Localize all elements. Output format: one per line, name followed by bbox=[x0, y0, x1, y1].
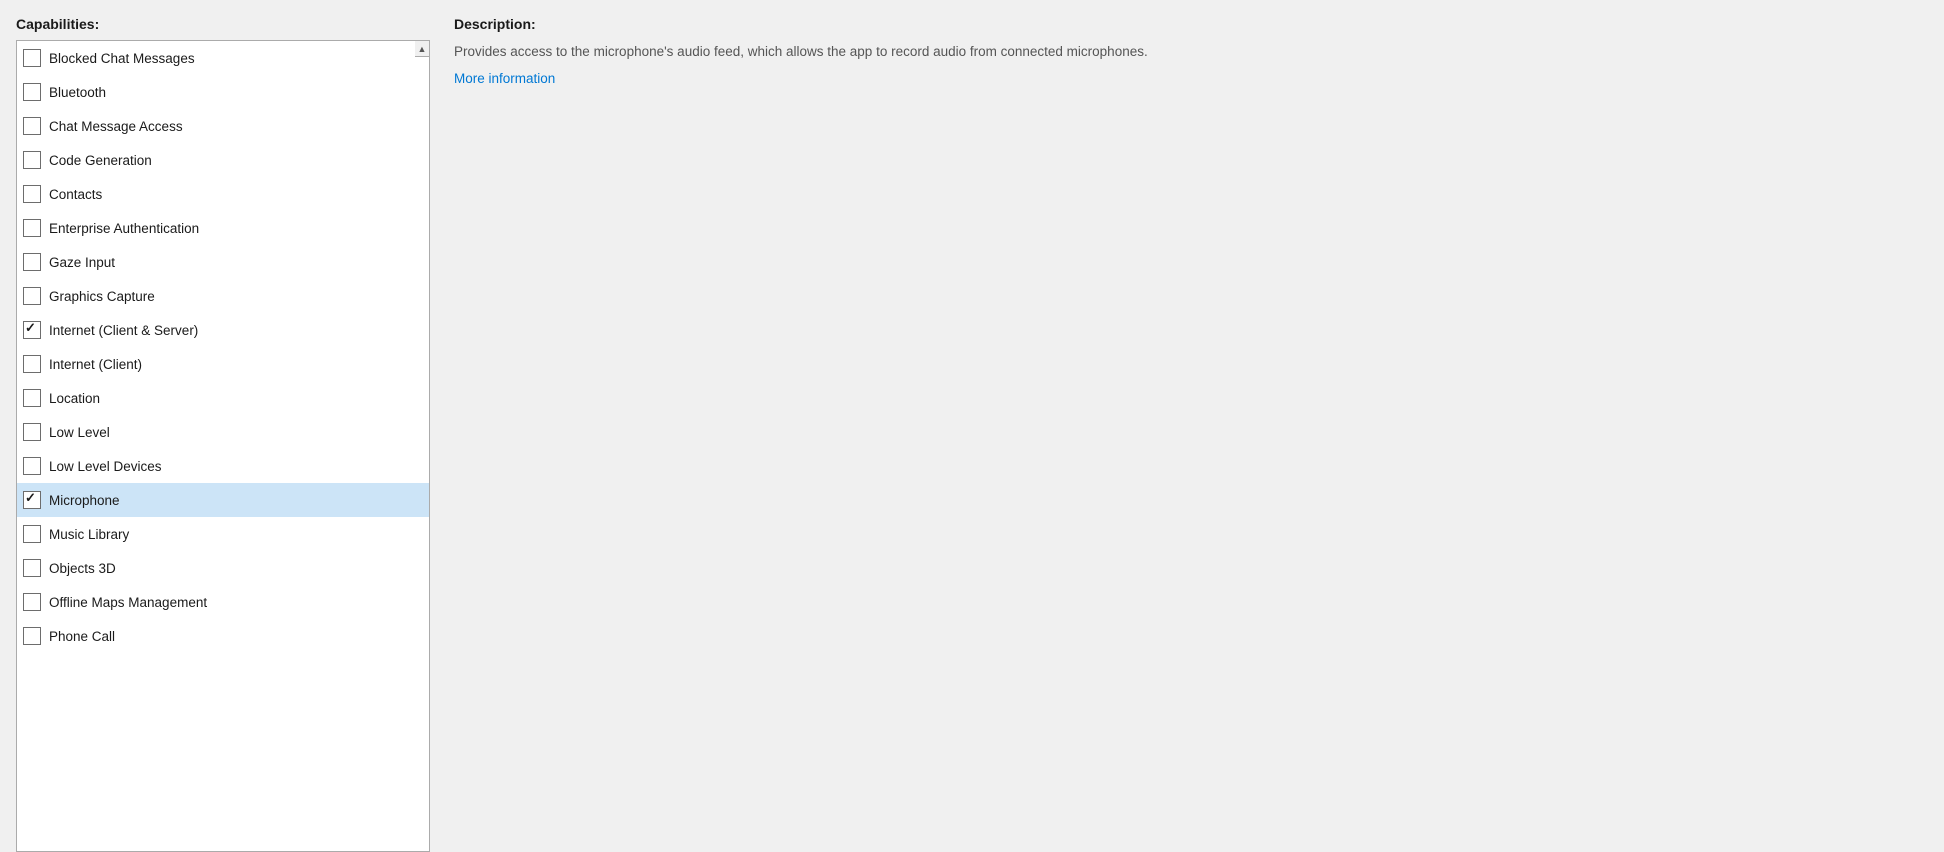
capability-label-bluetooth: Bluetooth bbox=[49, 85, 106, 100]
left-panel: Capabilities: ▲ Blocked Chat Messages Blu… bbox=[0, 16, 430, 852]
capability-item-location[interactable]: Location bbox=[17, 381, 429, 415]
checkbox-contacts[interactable] bbox=[23, 185, 41, 203]
capabilities-list[interactable]: Blocked Chat Messages Bluetooth Chat Messa… bbox=[17, 41, 429, 851]
capabilities-header: Capabilities: bbox=[16, 16, 430, 32]
capability-item-gaze-input[interactable]: Gaze Input bbox=[17, 245, 429, 279]
checkbox-internet-client-server[interactable] bbox=[23, 321, 41, 339]
capability-item-code-generation[interactable]: Code Generation bbox=[17, 143, 429, 177]
capability-label-graphics-capture: Graphics Capture bbox=[49, 289, 155, 304]
capability-item-internet-client[interactable]: Internet (Client) bbox=[17, 347, 429, 381]
capability-item-graphics-capture[interactable]: Graphics Capture bbox=[17, 279, 429, 313]
capability-label-low-level-devices: Low Level Devices bbox=[49, 459, 162, 474]
checkbox-blocked-chat-messages[interactable] bbox=[23, 49, 41, 67]
checkbox-internet-client[interactable] bbox=[23, 355, 41, 373]
capability-label-internet-client-server: Internet (Client & Server) bbox=[49, 323, 198, 338]
checkbox-graphics-capture[interactable] bbox=[23, 287, 41, 305]
capability-label-internet-client: Internet (Client) bbox=[49, 357, 142, 372]
checkbox-low-level-devices[interactable] bbox=[23, 457, 41, 475]
capability-item-enterprise-authentication[interactable]: Enterprise Authentication bbox=[17, 211, 429, 245]
description-header: Description: bbox=[454, 16, 1920, 32]
capability-item-phone-call[interactable]: Phone Call bbox=[17, 619, 429, 653]
main-container: Capabilities: ▲ Blocked Chat Messages Blu… bbox=[0, 0, 1944, 852]
capability-label-gaze-input: Gaze Input bbox=[49, 255, 115, 270]
checkbox-gaze-input[interactable] bbox=[23, 253, 41, 271]
checkbox-low-level[interactable] bbox=[23, 423, 41, 441]
capability-label-objects-3d: Objects 3D bbox=[49, 561, 116, 576]
capability-item-offline-maps-management[interactable]: Offline Maps Management bbox=[17, 585, 429, 619]
checkbox-phone-call[interactable] bbox=[23, 627, 41, 645]
capability-label-location: Location bbox=[49, 391, 100, 406]
capability-item-blocked-chat-messages[interactable]: Blocked Chat Messages bbox=[17, 41, 429, 75]
capability-label-microphone: Microphone bbox=[49, 493, 120, 508]
capability-item-internet-client-server[interactable]: Internet (Client & Server) bbox=[17, 313, 429, 347]
capability-label-code-generation: Code Generation bbox=[49, 153, 152, 168]
checkbox-location[interactable] bbox=[23, 389, 41, 407]
capability-label-offline-maps-management: Offline Maps Management bbox=[49, 595, 207, 610]
checkbox-offline-maps-management[interactable] bbox=[23, 593, 41, 611]
capability-item-objects-3d[interactable]: Objects 3D bbox=[17, 551, 429, 585]
checkbox-music-library[interactable] bbox=[23, 525, 41, 543]
checkbox-microphone[interactable] bbox=[23, 491, 41, 509]
checkbox-code-generation[interactable] bbox=[23, 151, 41, 169]
capability-item-music-library[interactable]: Music Library bbox=[17, 517, 429, 551]
more-info-link[interactable]: More information bbox=[454, 71, 555, 86]
capability-item-bluetooth[interactable]: Bluetooth bbox=[17, 75, 429, 109]
right-panel: Description: Provides access to the micr… bbox=[430, 16, 1944, 852]
scrollbar-up-arrow[interactable]: ▲ bbox=[415, 41, 429, 57]
capability-item-chat-message-access[interactable]: Chat Message Access bbox=[17, 109, 429, 143]
checkbox-chat-message-access[interactable] bbox=[23, 117, 41, 135]
capabilities-list-container: ▲ Blocked Chat Messages Bluetooth Chat Mes… bbox=[16, 40, 430, 852]
capability-item-contacts[interactable]: Contacts bbox=[17, 177, 429, 211]
capability-label-blocked-chat-messages: Blocked Chat Messages bbox=[49, 51, 195, 66]
description-text: Provides access to the microphone's audi… bbox=[454, 42, 1354, 62]
capability-item-low-level[interactable]: Low Level bbox=[17, 415, 429, 449]
capability-label-chat-message-access: Chat Message Access bbox=[49, 119, 183, 134]
capability-label-music-library: Music Library bbox=[49, 527, 129, 542]
checkbox-objects-3d[interactable] bbox=[23, 559, 41, 577]
capability-label-contacts: Contacts bbox=[49, 187, 102, 202]
capability-label-low-level: Low Level bbox=[49, 425, 110, 440]
capability-label-phone-call: Phone Call bbox=[49, 629, 115, 644]
capability-label-enterprise-authentication: Enterprise Authentication bbox=[49, 221, 199, 236]
capability-item-low-level-devices[interactable]: Low Level Devices bbox=[17, 449, 429, 483]
checkbox-bluetooth[interactable] bbox=[23, 83, 41, 101]
capability-item-microphone[interactable]: Microphone bbox=[17, 483, 429, 517]
checkbox-enterprise-authentication[interactable] bbox=[23, 219, 41, 237]
